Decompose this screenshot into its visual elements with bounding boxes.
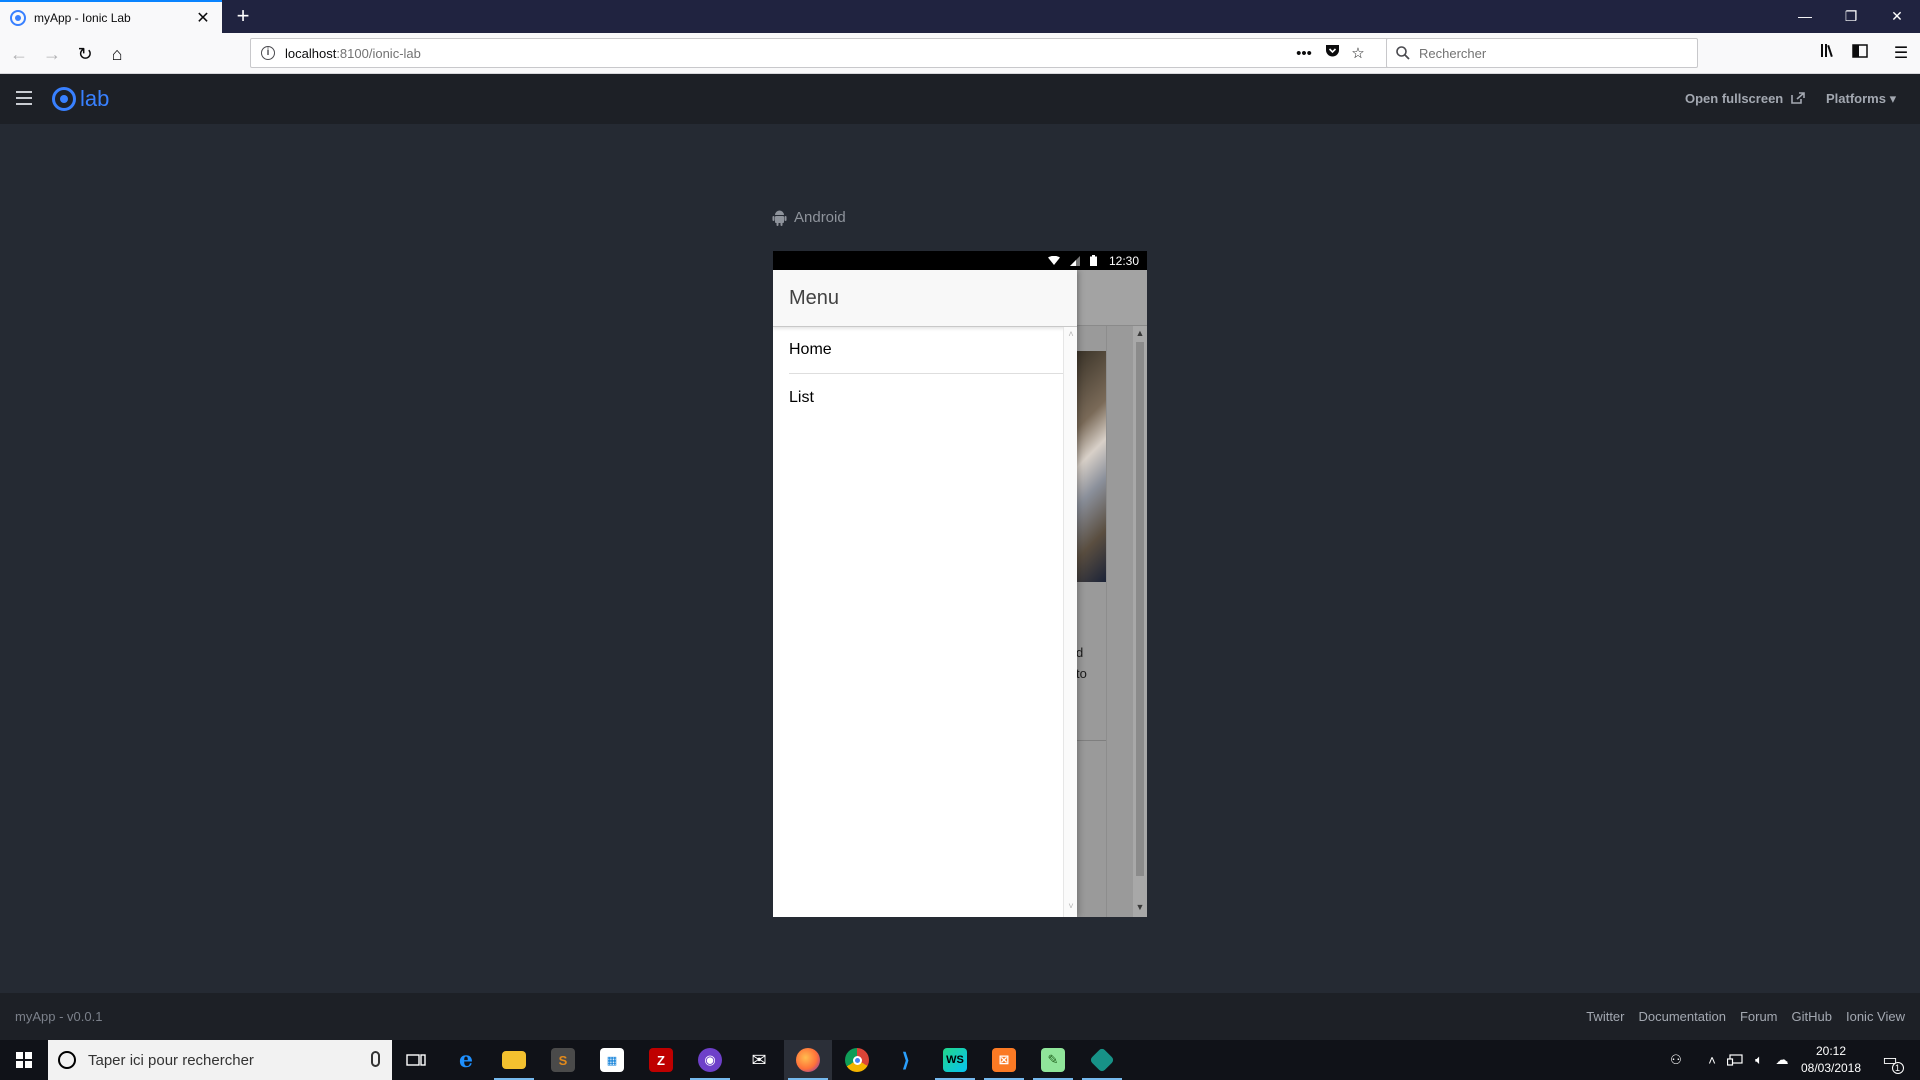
task-view-icon[interactable] (392, 1040, 440, 1080)
chrome-icon[interactable] (833, 1040, 881, 1080)
cortana-icon (58, 1051, 76, 1069)
mail-icon[interactable]: ✉ (735, 1040, 783, 1080)
windows-taskbar: e S ▦ Z ◉ ✉ ⟩ WS ⊠ ✎ ⚇ ˄ 🔈︎ ☁ 20:12 08/0… (0, 1040, 1920, 1080)
xampp-icon[interactable]: ⊠ (980, 1040, 1028, 1080)
signal-icon (1070, 255, 1080, 266)
android-icon (772, 210, 787, 226)
browser-tabstrip: myApp - Ionic Lab ✕ + — ❐ ✕ (0, 0, 1920, 33)
new-tab-button[interactable]: + (228, 2, 258, 32)
lab-footer: myApp - v0.0.1 Twitter Documentation For… (0, 993, 1920, 1040)
battery-icon (1090, 255, 1097, 266)
forward-arrow-icon[interactable]: → (39, 41, 65, 67)
backdrop-text-fragment: d (1076, 645, 1084, 660)
store-icon[interactable]: ▦ (588, 1040, 636, 1080)
clock-time: 20:12 (1815, 1044, 1847, 1058)
menu-scroll-down-arrow-icon[interactable]: ˅ (1064, 901, 1078, 911)
scroll-up-arrow-icon[interactable]: ▲ (1133, 328, 1147, 338)
ionic-favicon-icon (10, 9, 26, 26)
library-icon[interactable] (1816, 41, 1842, 67)
sublime-text-icon[interactable]: S (539, 1040, 587, 1080)
vscode-icon[interactable]: ⟩ (882, 1040, 930, 1080)
menu-scroll-up-arrow-icon[interactable]: ˄ (1064, 329, 1078, 339)
people-icon[interactable]: ⚇ (1664, 1040, 1688, 1080)
tab-title: myApp - Ionic Lab (34, 10, 131, 25)
menu-item-list[interactable]: List (789, 374, 1063, 421)
window-minimize-button[interactable]: — (1782, 0, 1828, 33)
show-hidden-icons-chevron-icon[interactable]: ˄ (1702, 1040, 1722, 1080)
firefox-icon[interactable] (784, 1040, 832, 1080)
menu-scrollbar[interactable]: ˄ ˅ (1063, 327, 1077, 917)
backdrop-card-image (1076, 351, 1106, 582)
clock-date: 08/03/2018 (1800, 1061, 1862, 1075)
gitkraken-icon[interactable] (1078, 1040, 1126, 1080)
footer-link-documentation[interactable]: Documentation (1639, 1009, 1726, 1024)
volume-icon[interactable]: 🔈︎ (1748, 1040, 1770, 1080)
platform-name: Android (794, 209, 846, 226)
action-center-icon[interactable]: ▭ 1 (1872, 1040, 1908, 1080)
external-link-icon (1791, 92, 1805, 104)
network-icon[interactable] (1724, 1040, 1746, 1080)
lab-header: lab Open fullscreen Platforms ▾ (0, 74, 1920, 124)
window-close-button[interactable]: ✕ (1874, 0, 1920, 33)
lab-menu-icon[interactable] (16, 91, 32, 105)
menu-title: Menu (789, 287, 840, 309)
browser-search-field[interactable] (1386, 38, 1698, 68)
lab-logo-text: lab (80, 86, 110, 111)
hamburger-menu-icon[interactable]: ☰ (1888, 41, 1914, 67)
browser-search-input[interactable] (1419, 43, 1689, 63)
open-fullscreen-link[interactable]: Open fullscreen (1685, 91, 1805, 106)
url-text[interactable]: localhost:8100/ionic-lab (285, 46, 421, 61)
taskbar-search-box[interactable] (48, 1040, 392, 1080)
search-icon (1396, 46, 1410, 60)
side-menu: Menu Home List ˄ ˅ (773, 270, 1077, 917)
backdrop-divider (1076, 740, 1106, 741)
page-actions-icon[interactable]: ••• (1293, 43, 1315, 65)
footer-links: Twitter Documentation Forum GitHub Ionic… (1586, 1009, 1905, 1024)
tab-close-icon[interactable]: ✕ (194, 8, 212, 28)
ionic-logo-icon (52, 87, 76, 111)
pocket-icon[interactable] (1321, 43, 1343, 65)
browser-tab-active[interactable]: myApp - Ionic Lab ✕ (0, 0, 222, 33)
bookmark-star-icon[interactable]: ☆ (1347, 43, 1369, 65)
github-desktop-icon[interactable]: ◉ (686, 1040, 734, 1080)
url-bar[interactable]: i localhost:8100/ionic-lab ••• ☆ (250, 38, 1408, 68)
menu-toolbar: Menu (773, 270, 1077, 327)
file-explorer-icon[interactable] (490, 1040, 538, 1080)
footer-link-forum[interactable]: Forum (1740, 1009, 1778, 1024)
footer-link-github[interactable]: GitHub (1792, 1009, 1832, 1024)
backdrop-scroll-thumb[interactable] (1136, 342, 1144, 876)
notification-count: 1 (1891, 1062, 1904, 1074)
wifi-icon (1048, 255, 1060, 265)
sidebar-toggle-icon[interactable] (1847, 41, 1873, 67)
window-restore-button[interactable]: ❐ (1828, 0, 1874, 33)
filezilla-icon[interactable]: Z (637, 1040, 685, 1080)
app-version: myApp - v0.0.1 (15, 1009, 103, 1024)
taskbar-search-input[interactable] (88, 1051, 358, 1069)
edge-icon[interactable]: e (442, 1040, 490, 1080)
backdrop-card-edge (1106, 326, 1107, 917)
microphone-icon[interactable] (371, 1051, 380, 1067)
android-device-frame: 12:30 d to ▲ ▼ Menu Home List ˄ ˅ (773, 251, 1147, 917)
browser-navbar: ← → ↻ ⌂ i localhost:8100/ionic-lab ••• ☆… (0, 33, 1920, 74)
menu-item-home[interactable]: Home (789, 327, 1063, 374)
backdrop-text-fragment: to (1076, 666, 1087, 681)
back-arrow-icon[interactable]: ← (6, 41, 32, 67)
status-time: 12:30 (1108, 254, 1139, 268)
ionic-lab-logo[interactable]: lab (52, 86, 109, 112)
reload-icon[interactable]: ↻ (72, 41, 98, 67)
footer-link-ionic-view[interactable]: Ionic View (1846, 1009, 1905, 1024)
menu-list: Home List (773, 327, 1063, 421)
device-status-bar: 12:30 (773, 251, 1147, 270)
webstorm-icon[interactable]: WS (931, 1040, 979, 1080)
footer-link-twitter[interactable]: Twitter (1586, 1009, 1624, 1024)
notepad-plus-plus-icon[interactable]: ✎ (1029, 1040, 1077, 1080)
home-icon[interactable]: ⌂ (104, 41, 130, 67)
site-info-icon[interactable]: i (261, 46, 275, 60)
start-button[interactable] (0, 1040, 48, 1080)
platforms-dropdown[interactable]: Platforms ▾ (1826, 91, 1896, 107)
windows-logo-icon (16, 1052, 32, 1068)
scroll-down-arrow-icon[interactable]: ▼ (1133, 902, 1147, 912)
system-clock[interactable]: 20:12 08/03/2018 (1790, 1043, 1872, 1077)
platform-label: Android (772, 209, 846, 226)
